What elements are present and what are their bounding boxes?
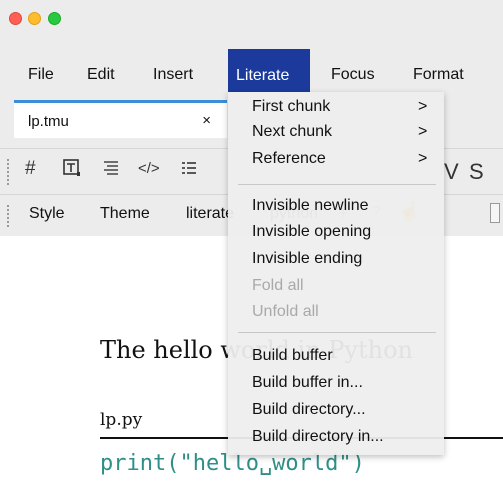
menu-file[interactable]: File (28, 67, 54, 93)
formatbar-grip[interactable] (7, 205, 13, 227)
menu-item-first-chunk[interactable]: First chunk (252, 98, 330, 116)
code-filename: lp.py (100, 410, 143, 430)
text-field-icon[interactable] (62, 158, 82, 183)
menu-focus[interactable]: Focus (331, 67, 375, 93)
menu-insert[interactable]: Insert (153, 67, 193, 93)
menu-item-fold-all: Fold all (252, 277, 304, 294)
menu-literate[interactable]: Literate (228, 49, 310, 92)
menu-item-build-directory-in[interactable]: Build directory in... (252, 428, 384, 446)
zoom-window-button[interactable] (48, 12, 61, 25)
menu-item-invisible-newline[interactable]: Invisible newline (252, 197, 369, 215)
submenu-arrow-icon: > (418, 123, 428, 140)
theme-menu[interactable]: Theme (100, 205, 150, 223)
menu-item-invisible-opening[interactable]: Invisible opening (252, 223, 371, 241)
menu-literate-label: Literate (236, 67, 290, 84)
menu-item-build-directory[interactable]: Build directory... (252, 401, 366, 419)
menu-item-reference[interactable]: Reference (252, 150, 326, 168)
menu-item-next-chunk[interactable]: Next chunk (252, 123, 332, 141)
align-lines-icon[interactable] (101, 158, 121, 183)
literate-menu[interactable]: literate (186, 205, 234, 223)
menu-item-invisible-ending[interactable]: Invisible ending (252, 250, 362, 268)
menu-item-build-buffer-in[interactable]: Build buffer in... (252, 374, 363, 392)
code-icon[interactable]: </> (138, 160, 160, 177)
tab-lp-tmu[interactable]: lp.tmu × (14, 100, 227, 138)
list-icon[interactable] (179, 158, 199, 183)
toolbar-grip[interactable] (7, 159, 13, 185)
menu-edit[interactable]: Edit (87, 67, 115, 93)
submenu-arrow-icon: > (418, 98, 428, 115)
menu-item-build-buffer[interactable]: Build buffer (252, 347, 333, 365)
menu-item-unfold-all: Unfold all (252, 303, 319, 320)
literate-dropdown-menu: First chunk > Next chunk > Reference > I… (228, 92, 444, 455)
tab-close-icon[interactable]: × (202, 112, 211, 129)
menu-separator (238, 332, 436, 333)
style-menu[interactable]: Style (29, 205, 65, 223)
hash-icon[interactable]: # (25, 158, 36, 180)
edge-control[interactable] (490, 203, 500, 223)
menu-separator (238, 184, 436, 185)
window-titlebar (0, 0, 503, 38)
toolbar-v-icon[interactable]: V (444, 159, 459, 185)
toolbar-s-icon[interactable]: S (469, 159, 484, 185)
menu-format[interactable]: Format (413, 67, 464, 93)
close-window-button[interactable] (9, 12, 22, 25)
tab-label: lp.tmu (28, 113, 69, 130)
submenu-arrow-icon: > (418, 150, 428, 167)
minimize-window-button[interactable] (28, 12, 41, 25)
